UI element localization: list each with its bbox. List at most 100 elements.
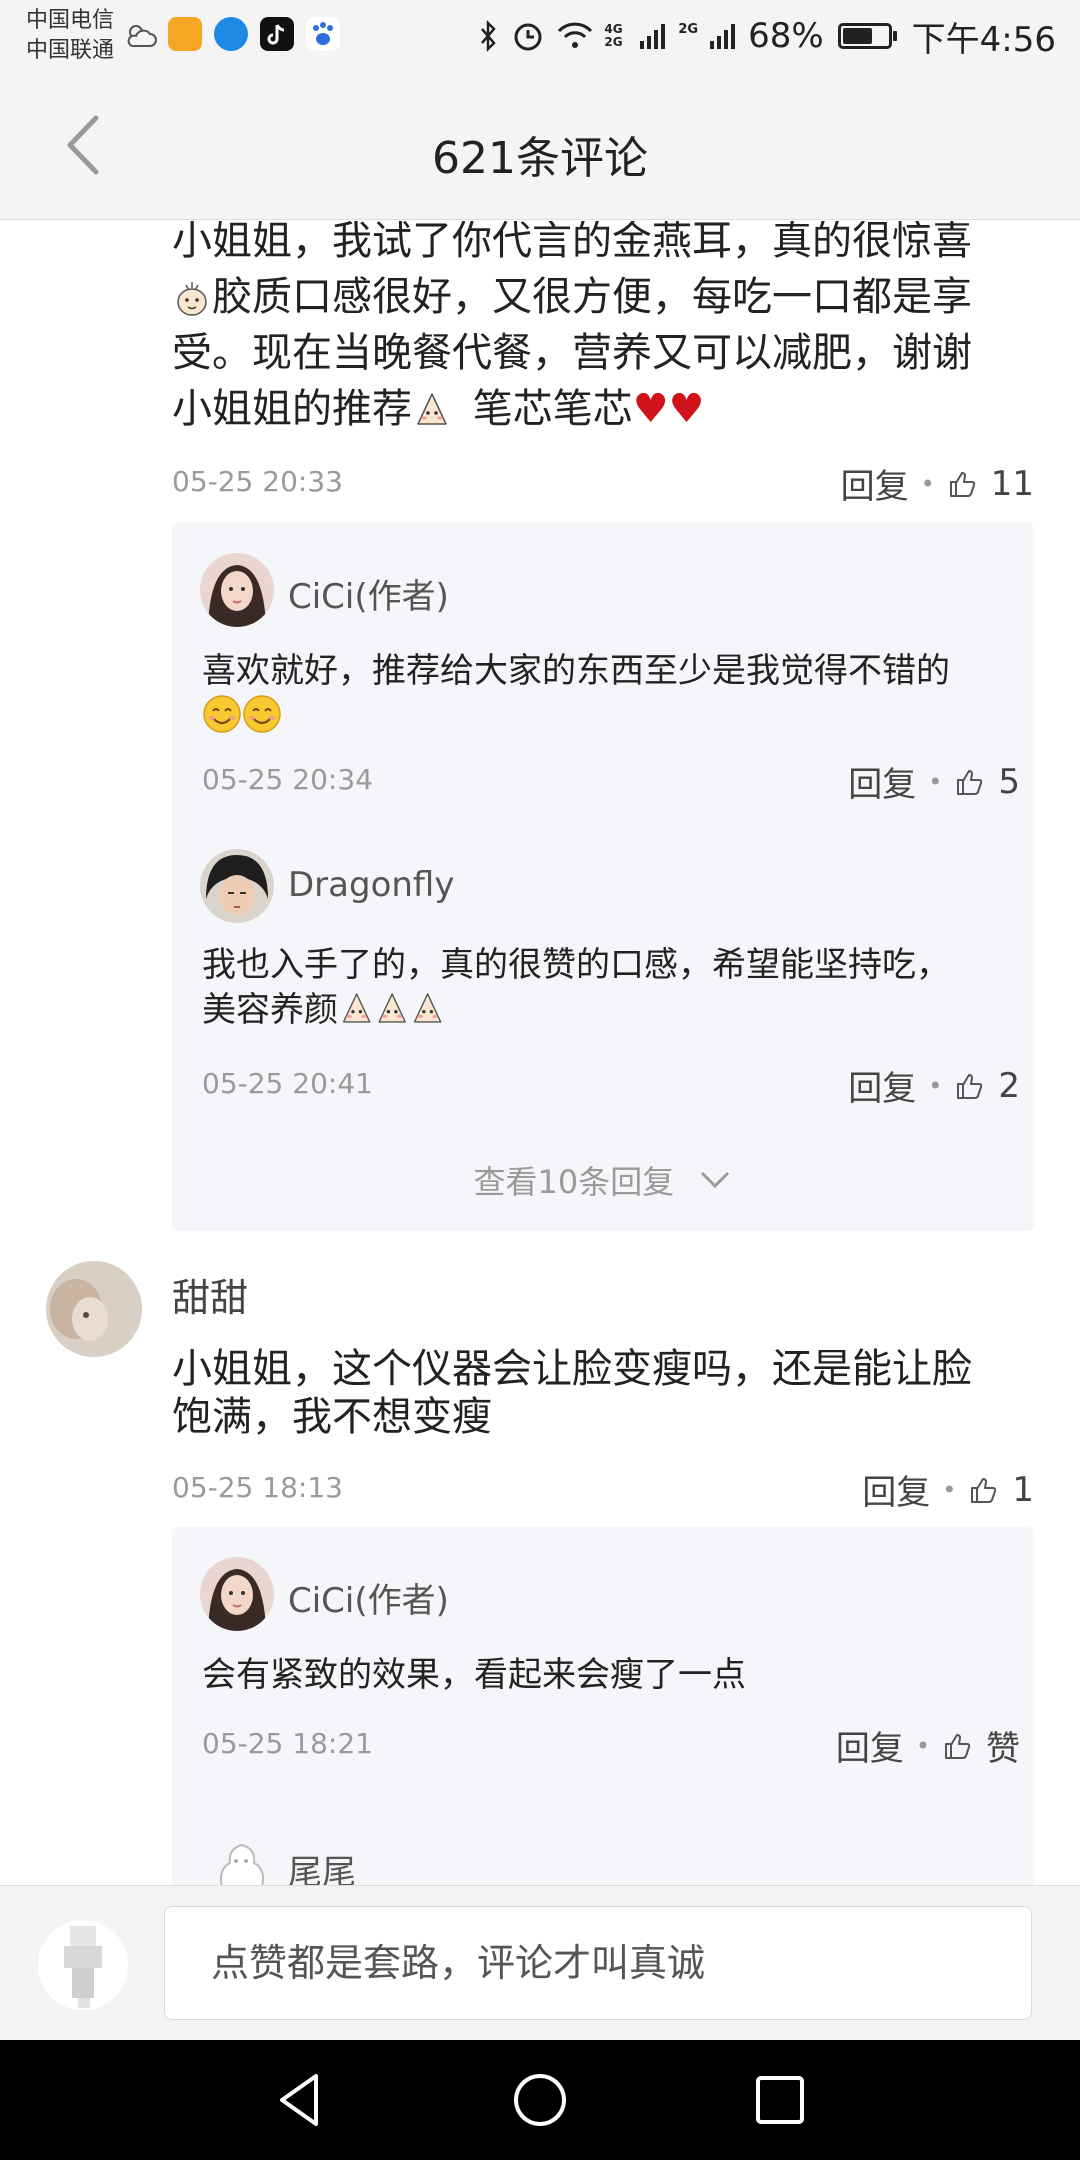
user-avatar-image: [200, 849, 274, 923]
comment-text-segment: 胶质口感很好，又很方便，每吃一口都是享: [212, 274, 972, 320]
weather-icon: [127, 25, 157, 47]
like-count: 2: [998, 1065, 1020, 1106]
top-nav-bar: 621条评论: [0, 72, 1080, 220]
thumbs-up-icon[interactable]: [954, 1071, 984, 1101]
chevron-down-icon: [701, 1171, 730, 1189]
reply-text: 喜欢就好，推荐给大家的东西至少是我觉得不错的: [202, 649, 992, 737]
reply-text-segment: 喜欢就好，推荐给大家的东西至少是我觉得不错的: [202, 651, 950, 691]
separator-dot: •: [920, 469, 935, 498]
status-bar: 中国电信 中国联通 4G 2G 2G 68% 下午4:56: [0, 0, 1080, 72]
reply-button[interactable]: 回复: [841, 459, 909, 508]
wifi-icon: [558, 22, 593, 48]
avatar[interactable]: [200, 1557, 274, 1631]
reply-username[interactable]: 尾尾: [288, 1845, 356, 1885]
user-avatar-image: [38, 1920, 128, 2010]
comment-date: 05-25 20:33: [172, 465, 343, 498]
comment-text-line: 小姐姐的推荐 笔芯笔芯♥♥: [172, 381, 1022, 437]
system-indicators: 4G 2G 2G 68% 下午4:56: [476, 14, 1056, 60]
thumbs-up-icon[interactable]: [942, 1731, 972, 1761]
app-icon: [168, 17, 202, 51]
battery-icon: [837, 23, 897, 49]
reply-button[interactable]: 回复: [836, 1721, 904, 1770]
view-more-replies-label: 查看10条回复: [473, 1163, 675, 1201]
recents-square-icon[interactable]: [748, 2068, 812, 2132]
page-title: 621条评论: [432, 133, 648, 184]
baidu-icon: [306, 17, 340, 51]
reply-date: 05-25 20:41: [202, 1067, 373, 1100]
carrier-label-2: 中国联通: [26, 38, 115, 63]
cute-face-emoji-icon: [342, 993, 442, 1023]
reply-text: 会有紧致的效果，看起来会瘦了一点: [202, 1655, 746, 1695]
like-count: 11: [990, 463, 1034, 504]
reply-username[interactable]: CiCi(作者): [288, 1573, 449, 1622]
like-button-label[interactable]: 赞: [986, 1721, 1020, 1770]
home-circle-icon[interactable]: [508, 2068, 572, 2132]
comment-date: 05-25 18:13: [172, 1471, 343, 1504]
separator-dot: •: [915, 1731, 930, 1760]
separator-dot: •: [928, 767, 943, 796]
cute-face-emoji-icon: [177, 282, 207, 316]
reply-text-segment: 美容养颜: [202, 990, 338, 1030]
comment-text-segment: 笔芯笔芯: [472, 386, 633, 432]
cute-face-emoji-icon: [417, 393, 447, 425]
network-type-2: 2G: [678, 21, 699, 37]
system-navigation-bar: [0, 2040, 1080, 2160]
reply-date: 05-25 18:21: [202, 1727, 373, 1760]
smile-emoji-icon: [243, 695, 281, 733]
my-avatar[interactable]: [38, 1920, 128, 2010]
reply-thread: CiCi(作者) 会有紧致的效果，看起来会瘦了一点 05-25 18:21 回复…: [172, 1527, 1034, 1885]
comment-text-line: 受。现在当晚餐代餐，营养又可以减肥，谢谢: [172, 330, 972, 376]
reply-thread: CiCi(作者) 喜欢就好，推荐给大家的东西至少是我觉得不错的 05-25 20…: [172, 523, 1034, 1231]
like-count: 1: [1012, 1469, 1034, 1510]
user-avatar-image: [200, 1557, 274, 1631]
back-triangle-icon[interactable]: [268, 2068, 332, 2132]
like-count: 5: [998, 761, 1020, 802]
clock: 下午4:56: [911, 19, 1056, 60]
comment-text-line: 饱满，我不想变瘦: [172, 1394, 492, 1440]
user-avatar-image: [200, 553, 274, 627]
reply-actions: 回复 • 2: [848, 1061, 1020, 1110]
comment-text-line: 胶质口感很好，又很方便，每吃一口都是享: [172, 269, 1022, 325]
comment-actions: 回复 • 11: [841, 459, 1034, 508]
thumbs-up-icon[interactable]: [968, 1475, 998, 1505]
reply-button[interactable]: 回复: [848, 757, 916, 806]
heart-emoji-icon: ♥♥: [632, 386, 705, 432]
reply-text: 我也入手了的，真的很赞的口感，希望能坚持吃， 美容养颜: [202, 943, 992, 1032]
user-avatar-image: [46, 1261, 142, 1357]
thumbs-up-icon[interactable]: [954, 767, 984, 797]
comment-text-segment: 小姐姐的推荐: [172, 386, 412, 432]
reply-button[interactable]: 回复: [848, 1061, 916, 1110]
reply-actions: 回复 • 赞: [836, 1721, 1020, 1770]
comment-input[interactable]: 点赞都是套路，评论才叫真诚: [164, 1906, 1032, 2020]
signal-icon-1: [640, 24, 666, 49]
separator-dot: •: [942, 1475, 957, 1504]
reply-date: 05-25 20:34: [202, 763, 373, 796]
separator-dot: •: [928, 1071, 943, 1100]
reply-username[interactable]: Dragonfly: [288, 865, 454, 905]
default-avatar-icon: [220, 1843, 264, 1885]
reply-actions: 回复 • 5: [848, 757, 1020, 806]
carrier-label-1: 中国电信: [26, 8, 115, 33]
thumbs-up-icon[interactable]: [947, 469, 977, 499]
avatar[interactable]: [208, 1827, 274, 1885]
view-more-replies-button[interactable]: 查看10条回复: [172, 1157, 1034, 1203]
reply-button[interactable]: 回复: [862, 1465, 930, 1514]
comment-text-line: 小姐姐，我试了你代言的金燕耳，真的很惊喜: [172, 221, 972, 264]
alarm-icon: [514, 23, 542, 51]
bluetooth-icon: [481, 19, 497, 53]
reply-username[interactable]: CiCi(作者): [288, 569, 449, 618]
comment-list[interactable]: 小姐姐，我试了你代言的金燕耳，真的很惊喜 胶质口感很好，又很方便，每吃一口都是享…: [0, 221, 1080, 1885]
smile-emoji-icon: [203, 695, 241, 733]
comment-actions: 回复 • 1: [862, 1465, 1034, 1514]
network-type-1: 4G 2G: [604, 22, 623, 49]
zhihu-icon: [214, 17, 248, 51]
avatar[interactable]: [46, 1261, 142, 1357]
avatar[interactable]: [200, 553, 274, 627]
comment-input-bar: 点赞都是套路，评论才叫真诚: [0, 1885, 1080, 2040]
battery-percent: 68%: [748, 16, 824, 56]
avatar[interactable]: [200, 849, 274, 923]
reply-text-segment: 我也入手了的，真的很赞的口感，希望能坚持吃，: [202, 945, 950, 985]
signal-icon-2: [710, 24, 736, 49]
tiktok-icon: [260, 17, 294, 51]
comment-username[interactable]: 甜甜: [172, 1267, 248, 1322]
